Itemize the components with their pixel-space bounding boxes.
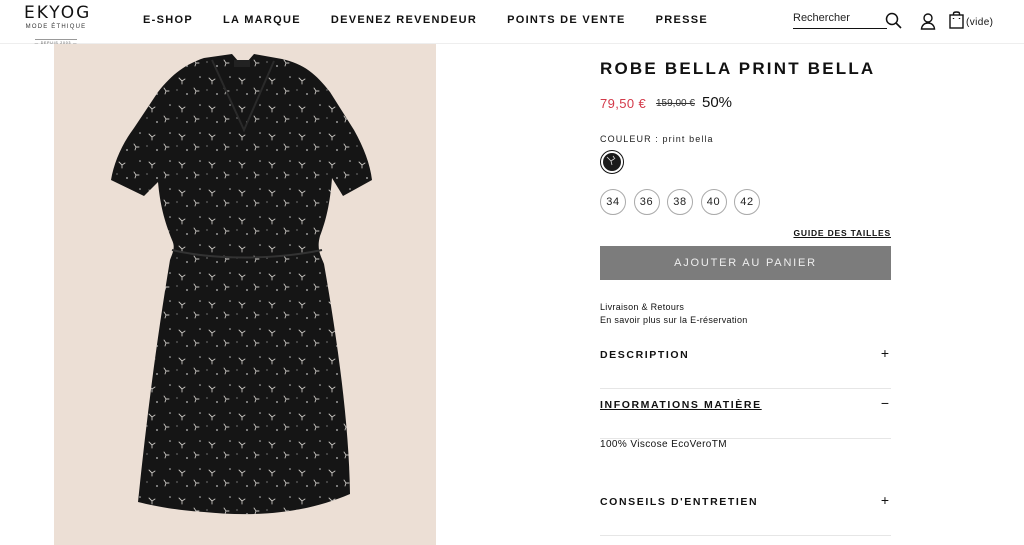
size-option-34[interactable]: 34	[600, 189, 626, 215]
plus-icon[interactable]: +	[881, 346, 889, 360]
color-swatch-print-bella[interactable]	[600, 150, 624, 174]
logo-name: EKYOG	[24, 3, 92, 23]
delivery-info: Livraison & Retours En savoir plus sur l…	[600, 301, 748, 326]
product-image[interactable]	[54, 44, 436, 545]
size-option-38[interactable]: 38	[667, 189, 693, 215]
swatch-pattern	[606, 155, 616, 166]
product-title: ROBE BELLA PRINT BELLA	[600, 59, 876, 78]
plus-icon[interactable]: +	[881, 493, 889, 507]
accordion-title: DESCRIPTION	[600, 349, 690, 361]
discount-badge: 50%	[702, 94, 733, 111]
accordion-informations-matiere[interactable]: INFORMATIONS MATIÈRE −	[600, 396, 891, 439]
search-icon[interactable]	[885, 12, 902, 29]
cart-status[interactable]: (vide)	[966, 17, 993, 28]
nav-presse[interactable]: PRESSE	[656, 14, 708, 26]
color-label: COULEUR : print bella	[600, 134, 714, 144]
accordion-description[interactable]: DESCRIPTION +	[600, 346, 891, 389]
size-guide-link[interactable]: GUIDE DES TAILLES	[793, 228, 891, 238]
nav-points-de-vente[interactable]: POINTS DE VENTE	[507, 14, 626, 26]
sale-price: 79,50 €	[600, 96, 647, 111]
accordion-title: INFORMATIONS MATIÈRE	[600, 399, 762, 411]
add-to-cart-button[interactable]: AJOUTER AU PANIER	[600, 246, 891, 280]
nav-eshop[interactable]: E-SHOP	[143, 14, 193, 26]
accordion-title: CONSEILS D'ENTRETIEN	[600, 496, 759, 508]
shopping-bag-icon[interactable]	[949, 10, 964, 29]
material-content: 100% Viscose EcoVeroTM	[600, 439, 728, 450]
e-reservation-link[interactable]: En savoir plus sur la E-réservation	[600, 314, 748, 327]
delivery-returns-link[interactable]: Livraison & Retours	[600, 301, 748, 314]
size-option-36[interactable]: 36	[633, 189, 660, 215]
logo-tagline: MODE ÉTHIQUE	[25, 24, 87, 30]
minus-icon[interactable]: −	[881, 396, 889, 410]
swatch-fill	[603, 153, 621, 171]
accordion-conseils-entretien[interactable]: CONSEILS D'ENTRETIEN +	[600, 493, 891, 536]
main-nav: E-SHOP LA MARQUE DEVENEZ REVENDEUR POINT…	[143, 14, 708, 26]
brand-logo[interactable]: EKYOG MODE ÉTHIQUE — DEPUIS 2003 —	[24, 3, 92, 49]
search-box	[793, 8, 887, 29]
size-option-42[interactable]: 42	[734, 189, 760, 215]
dress-illustration	[111, 54, 372, 515]
site-header: EKYOG MODE ÉTHIQUE — DEPUIS 2003 — E-SHO…	[0, 0, 1024, 45]
size-selector: 34 36 38 40 42	[600, 189, 768, 215]
nav-la-marque[interactable]: LA MARQUE	[223, 14, 301, 26]
search-input[interactable]	[793, 12, 881, 24]
user-icon[interactable]	[920, 12, 936, 30]
size-option-40[interactable]: 40	[700, 189, 727, 215]
original-price: 159,00 €	[656, 98, 695, 109]
nav-devenez-revendeur[interactable]: DEVENEZ REVENDEUR	[331, 14, 477, 26]
